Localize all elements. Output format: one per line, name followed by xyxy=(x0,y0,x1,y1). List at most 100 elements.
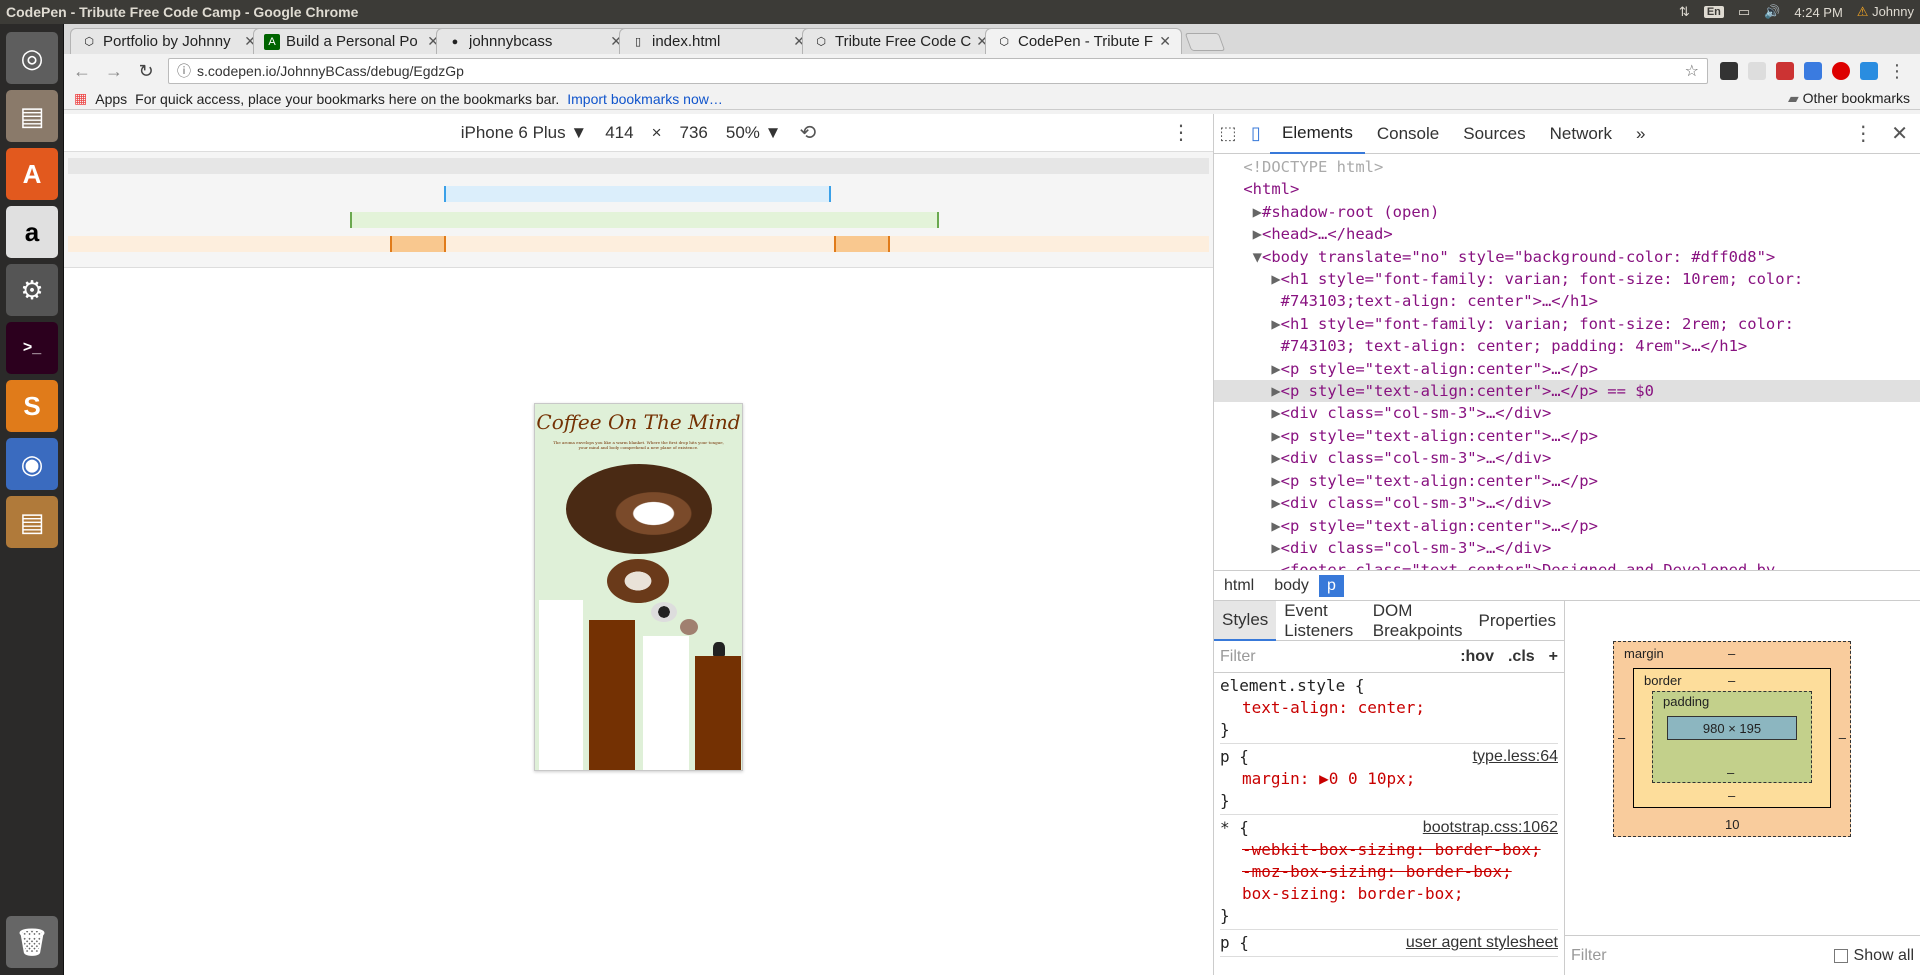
dom-node-line[interactable]: <!DOCTYPE html> xyxy=(1234,156,1920,178)
tab-properties[interactable]: Properties xyxy=(1471,601,1564,641)
chrome-menu-icon[interactable]: ⋮ xyxy=(1888,61,1906,82)
css-property[interactable]: text-align: center; xyxy=(1220,697,1558,719)
network-transfer-icon[interactable]: ⇅ xyxy=(1679,4,1690,20)
expand-arrow-icon[interactable]: ▼ xyxy=(1253,248,1262,266)
tab-portfolio[interactable]: ⬡ Portfolio by Johnny ✕ xyxy=(70,28,267,54)
tab-build-portfolio[interactable]: A Build a Personal Po ✕ xyxy=(253,28,450,54)
reload-button[interactable]: ↻ xyxy=(136,61,156,82)
dom-tree[interactable]: <!DOCTYPE html> <html> ▶#shadow-root (op… xyxy=(1214,154,1920,571)
expand-arrow-icon[interactable]: ▶ xyxy=(1271,449,1280,467)
dom-node-line[interactable]: ▶<div class="col-sm-3">…</div> xyxy=(1234,447,1920,469)
box-model-border[interactable]: border – – padding – 980 × 195 xyxy=(1633,668,1831,808)
css-selector[interactable]: element.style { xyxy=(1220,675,1558,697)
tab-styles[interactable]: Styles xyxy=(1214,600,1277,641)
tab-tribute[interactable]: ⬡ Tribute Free Code C ✕ xyxy=(802,28,999,54)
cls-toggle[interactable]: .cls xyxy=(1508,648,1535,666)
box-model-content[interactable]: 980 × 195 xyxy=(1667,716,1797,740)
new-tab-button[interactable] xyxy=(1184,33,1226,51)
apps-icon[interactable]: ▦ xyxy=(74,90,87,107)
dom-node-line[interactable]: ▶<div class="col-sm-3">…</div> xyxy=(1234,537,1920,559)
mq-row-blue[interactable] xyxy=(444,186,831,202)
mq-row-orange-left[interactable] xyxy=(390,236,446,252)
page-preview[interactable]: Coffee On The Mind The aroma envelops yo… xyxy=(534,403,743,771)
tab-event-listeners[interactable]: Event Listeners xyxy=(1276,601,1364,641)
dom-node-line[interactable]: ▶<p style="text-align:center">…</p> xyxy=(1234,470,1920,492)
zoom-select[interactable]: 50% ▼ xyxy=(726,123,782,143)
dom-node-line[interactable]: <html> xyxy=(1234,178,1920,200)
expand-arrow-icon[interactable]: ▶ xyxy=(1253,203,1262,221)
hov-toggle[interactable]: :hov xyxy=(1460,648,1494,666)
close-devtools-icon[interactable]: ✕ xyxy=(1891,121,1908,146)
extension-icon[interactable] xyxy=(1748,62,1766,80)
styles-filter-input[interactable]: Filter xyxy=(1220,648,1256,666)
dom-node-line[interactable]: ▶#shadow-root (open) xyxy=(1234,201,1920,223)
device-width[interactable]: 414 xyxy=(605,123,633,143)
mq-row-grey[interactable] xyxy=(68,158,1209,174)
keyboard-indicator[interactable]: En xyxy=(1703,6,1724,18)
expand-arrow-icon[interactable]: ▶ xyxy=(1271,517,1280,535)
mq-row-orange[interactable] xyxy=(68,236,1209,252)
css-rule[interactable]: element.style {text-align: center;} xyxy=(1220,675,1558,744)
dom-node-line[interactable]: ▶<div class="col-sm-3">…</div> xyxy=(1234,492,1920,514)
dom-node-line[interactable]: ▶<p style="text-align:center">…</p> xyxy=(1234,358,1920,380)
apps-shortcut[interactable]: Apps xyxy=(95,91,127,107)
tab-codepen-tribute[interactable]: ⬡ CodePen - Tribute F ✕ xyxy=(985,28,1182,54)
expand-arrow-icon[interactable]: ▶ xyxy=(1271,539,1280,557)
mq-row-orange-right[interactable] xyxy=(834,236,890,252)
css-rule[interactable]: p {type.less:64 margin: ▶0 0 10px;} xyxy=(1220,746,1558,815)
breadcrumb-p[interactable]: p xyxy=(1318,574,1344,597)
back-button[interactable]: ← xyxy=(72,61,92,82)
extension-icon-red[interactable] xyxy=(1776,62,1794,80)
tab-index-html[interactable]: ▯ index.html ✕ xyxy=(619,28,816,54)
box-model-margin[interactable]: margin – – – 10 border – – padding – 980… xyxy=(1613,641,1851,837)
tab-dom-breakpoints[interactable]: DOM Breakpoints xyxy=(1365,601,1471,641)
extension-icon-blue[interactable] xyxy=(1804,62,1822,80)
rotate-icon[interactable]: ⟲ xyxy=(799,120,816,145)
dom-node-line[interactable]: ▶<h1 style="font-family: varian; font-si… xyxy=(1234,268,1920,290)
volume-icon[interactable]: 🔊 xyxy=(1764,4,1780,20)
forward-button[interactable]: → xyxy=(104,61,124,82)
device-toggle-icon[interactable]: ▯ xyxy=(1242,123,1270,144)
computed-filter-input[interactable]: Filter xyxy=(1571,947,1607,965)
page-info-icon[interactable]: ⓘ xyxy=(177,61,191,81)
show-all-toggle[interactable]: Show all xyxy=(1833,947,1914,965)
expand-arrow-icon[interactable]: ▶ xyxy=(1253,225,1262,243)
close-tab-icon[interactable]: ✕ xyxy=(1159,33,1171,50)
device-menu-icon[interactable]: ⋮ xyxy=(1171,120,1191,145)
expand-arrow-icon[interactable]: ▶ xyxy=(1271,404,1280,422)
trash-icon[interactable]: 🗑 xyxy=(6,916,58,968)
settings-icon[interactable]: ⚙ xyxy=(6,264,58,316)
user-menu[interactable]: ⚠ Johnny xyxy=(1857,4,1914,20)
software-center-icon[interactable]: A xyxy=(6,148,58,200)
bookmark-star-icon[interactable]: ☆ xyxy=(1685,61,1699,81)
css-source-link[interactable]: type.less:64 xyxy=(1473,746,1558,768)
clock[interactable]: 4:24 PM xyxy=(1794,5,1842,20)
pocket-extension-icon[interactable] xyxy=(1720,62,1738,80)
css-property[interactable]: margin: ▶0 0 10px; xyxy=(1220,768,1558,790)
terminal-icon[interactable]: >_ xyxy=(6,322,58,374)
tab-sources[interactable]: Sources xyxy=(1451,114,1537,154)
dom-node-line[interactable]: <footer class="text-center">Designed and… xyxy=(1234,559,1920,570)
expand-arrow-icon[interactable]: ▶ xyxy=(1271,472,1280,490)
extension-icon-circle[interactable] xyxy=(1832,62,1850,80)
dom-node-line[interactable]: #743103; text-align: center; padding: 4r… xyxy=(1234,335,1920,357)
css-property[interactable]: -moz-box-sizing: border-box; xyxy=(1220,861,1558,883)
mq-row-green[interactable] xyxy=(350,212,939,228)
css-property[interactable]: -webkit-box-sizing: border-box; xyxy=(1220,839,1558,861)
other-bookmarks[interactable]: ▰ Other bookmarks xyxy=(1788,90,1910,107)
css-rule[interactable]: p {user agent stylesheet xyxy=(1220,932,1558,957)
files-icon[interactable]: ▤ xyxy=(6,90,58,142)
expand-arrow-icon[interactable]: ▶ xyxy=(1271,494,1280,512)
more-tabs-button[interactable]: » xyxy=(1624,114,1657,154)
expand-arrow-icon[interactable]: ▶ xyxy=(1271,270,1280,288)
sublime-text-icon[interactable]: S xyxy=(6,380,58,432)
amazon-icon[interactable]: a xyxy=(6,206,58,258)
devtools-menu-icon[interactable]: ⋮ xyxy=(1853,121,1873,146)
tab-network[interactable]: Network xyxy=(1538,114,1624,154)
css-property[interactable]: box-sizing: border-box; xyxy=(1220,883,1558,905)
css-rule[interactable]: * {bootstrap.css:1062 -webkit-box-sizing:… xyxy=(1220,817,1558,930)
dom-node-line[interactable]: ▶<p style="text-align:center">…</p> xyxy=(1234,515,1920,537)
device-height[interactable]: 736 xyxy=(680,123,708,143)
dom-node-line[interactable]: ▶<head>…</head> xyxy=(1234,223,1920,245)
expand-arrow-icon[interactable]: ▶ xyxy=(1271,315,1280,333)
